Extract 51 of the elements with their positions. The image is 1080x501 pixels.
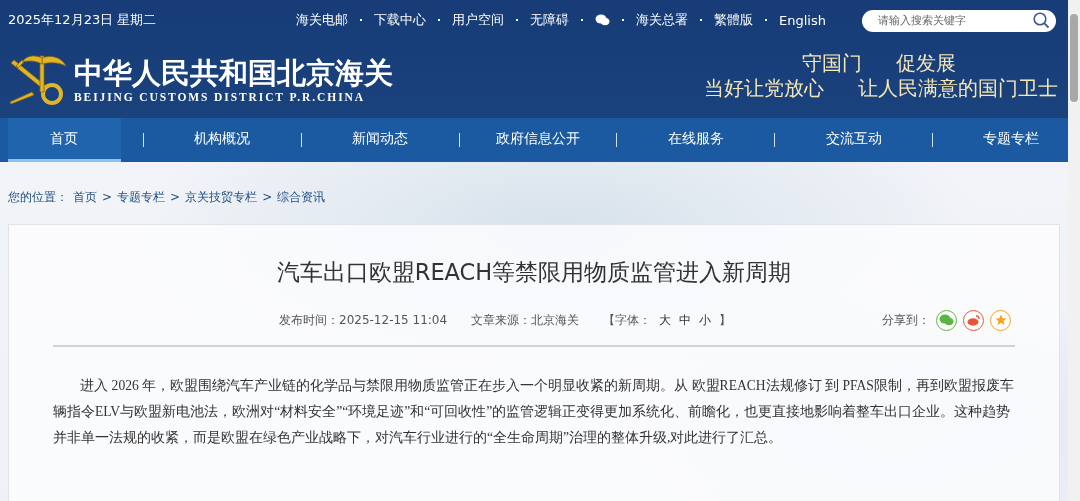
top-link[interactable]: 繁體版 bbox=[714, 11, 754, 29]
nav-tab[interactable]: 交流互动 bbox=[797, 118, 911, 162]
font-size-label: 【字体： bbox=[603, 311, 652, 329]
search-field[interactable]: 请输入搜索关键字 bbox=[862, 9, 1056, 32]
share-button[interactable] bbox=[936, 309, 957, 331]
share-button[interactable] bbox=[990, 309, 1011, 331]
article-paragraph: 进入 2026 年，欧盟围绕汽车产业链的化学品与禁限用物质监管正在步入一个明显收紧的新周期。从 欧盟REACH法规修订 到 PFAS限制，再到欧盟报废车辆指令ELV与欧盟新电池法，欧洲对“材料安全”“环境足迹”和“可回收性”的监管逻辑正变得更加系统化、前瞻化，也更直接地影响着整车出口企业。这种趋势并非单一法规的收紧，而是欧盟在绿色产业战略下，对汽车行业进行的“全生命周期”治理的整体升级,对此进行了汇总。 bbox=[53, 377, 1015, 447]
nav-tab[interactable]: 专题专栏 bbox=[955, 118, 1068, 162]
site-subtitle: BEIJING CUSTOMS DISTRICT P.R.CHINA bbox=[74, 91, 366, 103]
breadcrumb-link[interactable]: 京关技贸专栏 bbox=[185, 188, 258, 206]
chat-bubbles-icon bbox=[939, 314, 954, 326]
breadcrumb-label: 您的位置： bbox=[8, 188, 68, 206]
emblem-icon bbox=[8, 52, 68, 106]
search-icon[interactable] bbox=[1033, 11, 1050, 29]
font-size-link[interactable]: 大 bbox=[659, 311, 672, 329]
breadcrumb-separator: > bbox=[170, 190, 181, 204]
weibo-icon bbox=[967, 314, 980, 326]
top-link[interactable]: 海关电邮 bbox=[296, 11, 349, 29]
nav-tab[interactable]: 在线服务 bbox=[639, 118, 753, 162]
breadcrumb-link[interactable]: 综合资讯 bbox=[277, 188, 326, 206]
breadcrumb-separator: > bbox=[102, 190, 113, 204]
nav-tab[interactable]: 新闻动态 bbox=[323, 118, 437, 162]
nav-tab[interactable]: 机构概况 bbox=[165, 118, 279, 162]
bracket-text: 】 bbox=[719, 311, 732, 329]
slogan-text: 当好让党放心 bbox=[704, 76, 824, 101]
article-source: 文章来源：北京海关 bbox=[471, 311, 580, 329]
scrollbar-thumb[interactable] bbox=[1070, 14, 1078, 102]
date-text: 2025年12月23日 星期二 bbox=[8, 11, 157, 29]
article-title: 汽车出口欧盟REACH等禁限用物质监管进入新周期 bbox=[275, 258, 793, 287]
nav-tab[interactable]: 政府信息公开 bbox=[481, 118, 595, 162]
breadcrumb-link[interactable]: 专题专栏 bbox=[117, 188, 166, 206]
share-button[interactable] bbox=[963, 309, 984, 331]
slogan-text: 守国门 bbox=[802, 51, 862, 76]
slogan-text: 让人民满意的国门卫士 bbox=[858, 76, 1058, 101]
top-link[interactable]: 用户空间 bbox=[452, 11, 505, 29]
top-link[interactable]: English bbox=[779, 12, 826, 28]
breadcrumb-separator: > bbox=[262, 190, 273, 204]
slogan-text: 促发展 bbox=[896, 51, 956, 76]
star-icon bbox=[994, 314, 1007, 326]
top-link[interactable]: 无障碍 bbox=[530, 11, 570, 29]
font-size-link[interactable]: 小 bbox=[699, 311, 712, 329]
breadcrumb-link[interactable]: 首页 bbox=[73, 188, 97, 206]
nav-tab[interactable]: 首页 bbox=[8, 118, 121, 162]
publish-time: 发布时间：2025-12-15 11:04 bbox=[279, 311, 448, 329]
wechat-icon bbox=[595, 14, 611, 26]
site-title: 中华人民共和国北京海关 bbox=[74, 56, 393, 91]
font-size-link[interactable]: 中 bbox=[679, 311, 692, 329]
top-link[interactable]: 下载中心 bbox=[374, 11, 427, 29]
share-label: 分享到： bbox=[882, 311, 930, 329]
scrollbar[interactable] bbox=[1068, 0, 1080, 501]
top-link[interactable]: 海关总署 bbox=[636, 11, 689, 29]
